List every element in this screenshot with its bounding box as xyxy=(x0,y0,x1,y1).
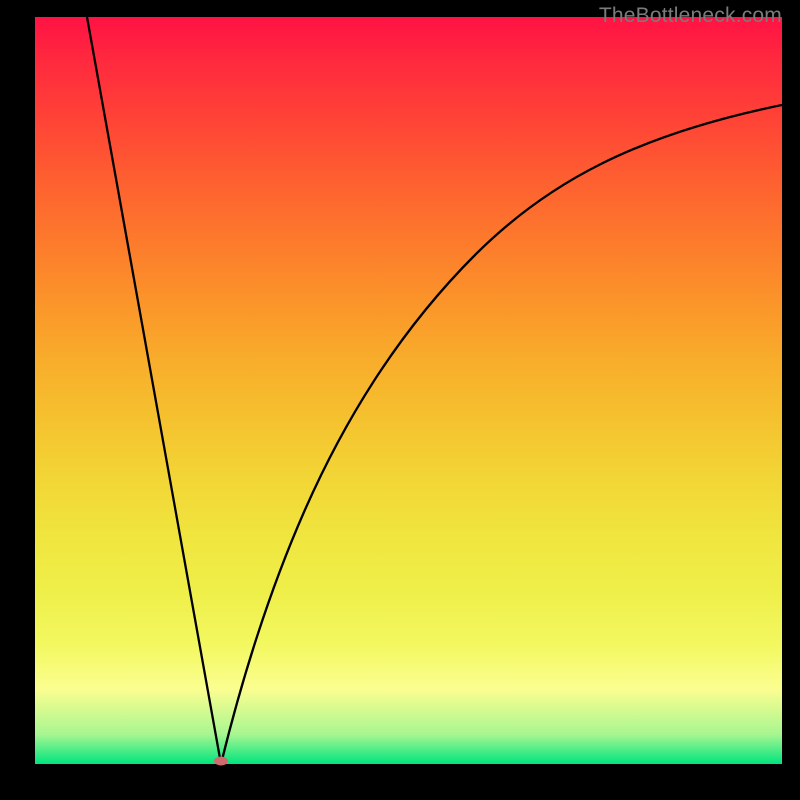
watermark-text: TheBottleneck.com xyxy=(599,4,782,28)
chart-frame: TheBottleneck.com xyxy=(0,0,800,800)
bottleneck-curve xyxy=(35,17,782,764)
plot-area xyxy=(35,17,782,764)
minimum-marker xyxy=(214,757,228,766)
curve-path xyxy=(87,17,782,764)
